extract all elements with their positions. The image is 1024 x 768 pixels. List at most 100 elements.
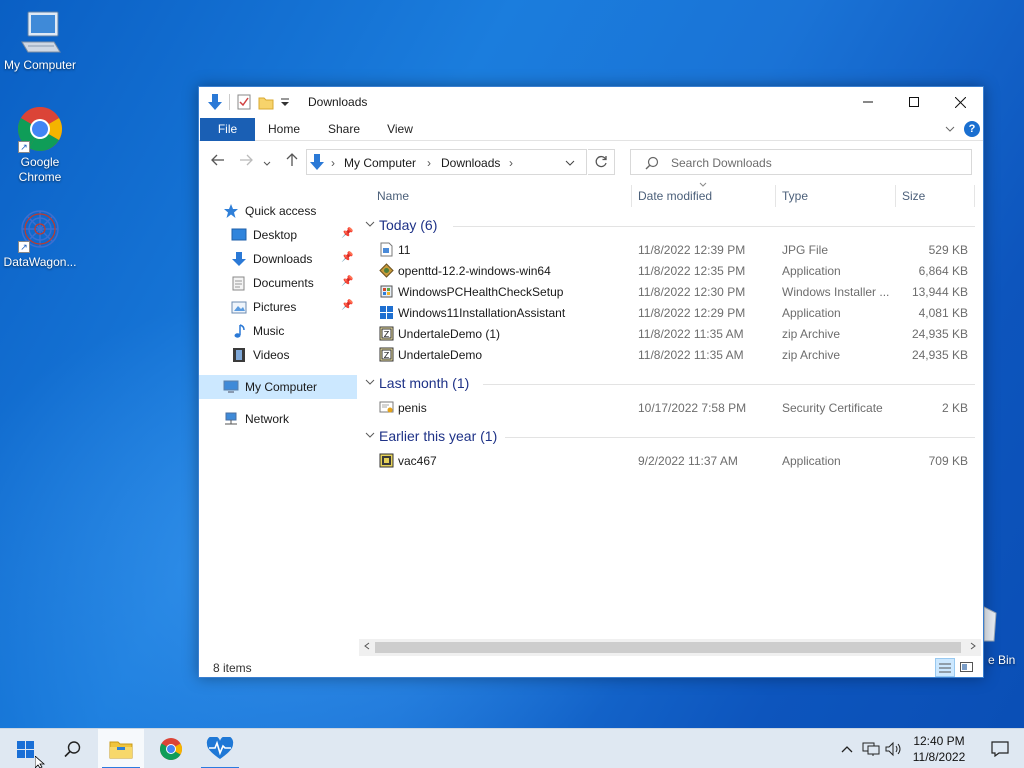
column-separator[interactable] [895, 185, 896, 207]
file-row[interactable]: Z UndertaleDemo (1) 11/8/2022 11:35 AM z… [357, 323, 983, 344]
file-size: 24,935 KB [911, 327, 968, 341]
clock[interactable]: 12:40 PM 11/8/2022 [900, 733, 978, 765]
file-row[interactable]: 11 11/8/2022 12:39 PM JPG File 529 KB [357, 239, 983, 260]
file-name: UndertaleDemo [398, 348, 483, 362]
zip-file-icon: Z [379, 347, 394, 362]
column-separator[interactable] [631, 185, 632, 207]
group-divider [483, 384, 975, 385]
scroll-right-button[interactable] [965, 639, 981, 656]
up-button[interactable] [283, 153, 301, 171]
forward-button[interactable] [237, 153, 255, 171]
scroll-left-button[interactable] [359, 639, 375, 656]
back-button[interactable] [209, 153, 227, 171]
large-icons-view-icon [960, 662, 973, 672]
column-header-name[interactable]: Name [377, 185, 627, 207]
file-row[interactable]: penis 10/17/2022 7:58 PM Security Certif… [357, 397, 983, 418]
back-arrow-icon [211, 154, 224, 166]
breadcrumb-my-computer[interactable]: My Computer [344, 156, 416, 170]
file-row[interactable]: openttd-12.2-windows-win64 11/8/2022 12:… [357, 260, 983, 281]
recent-locations-button[interactable] [261, 153, 273, 171]
tab-share[interactable]: Share [319, 118, 369, 141]
file-row[interactable]: Z UndertaleDemo 11/8/2022 11:35 AM zip A… [357, 344, 983, 365]
horizontal-scrollbar[interactable] [359, 639, 981, 656]
navigation-pane: Quick access Desktop 📌 Downloads 📌 Docum… [199, 191, 357, 631]
file-size: 709 KB [928, 454, 968, 468]
maximize-icon [909, 97, 919, 107]
nav-item-downloads[interactable]: Downloads 📌 [199, 247, 357, 271]
column-header-date-modified[interactable]: Date modified [638, 185, 773, 207]
search-icon [64, 741, 81, 758]
group-header-earlier-this-year[interactable]: Earlier this year (1) [365, 427, 975, 447]
desktop-icon-recycle-bin[interactable]: e Bin [983, 605, 1024, 675]
search-input[interactable]: Search Downloads [630, 149, 972, 175]
new-folder-icon[interactable] [258, 94, 274, 110]
maximize-button[interactable] [891, 87, 937, 117]
show-hidden-icons-button[interactable] [838, 729, 856, 768]
network-status-button[interactable] [860, 729, 882, 768]
large-icons-view-button[interactable] [957, 658, 977, 677]
address-bar[interactable]: › My Computer › Downloads › [306, 149, 587, 175]
file-size: 529 KB [928, 243, 968, 257]
title-bar[interactable]: Downloads [199, 87, 983, 117]
nav-item-pictures[interactable]: Pictures 📌 [199, 295, 357, 319]
desktop-icon-google-chrome[interactable]: ↗ Google Chrome [0, 105, 80, 185]
help-button[interactable]: ? [964, 121, 980, 137]
file-row[interactable]: WindowsPCHealthCheckSetup 11/8/2022 12:3… [357, 281, 983, 302]
desktop-icon-my-computer[interactable]: My Computer [0, 8, 80, 73]
nav-item-desktop[interactable]: Desktop 📌 [199, 223, 357, 247]
address-bar-row: › My Computer › Downloads › Search Downl… [199, 145, 983, 179]
column-separator[interactable] [775, 185, 776, 207]
group-header-last-month[interactable]: Last month (1) [365, 374, 975, 394]
column-header-size[interactable]: Size [902, 185, 972, 207]
column-separator[interactable] [974, 185, 975, 207]
nav-item-music[interactable]: Music [199, 319, 357, 343]
tab-home[interactable]: Home [261, 118, 307, 141]
network-wired-icon [862, 742, 880, 756]
mouse-cursor-icon [35, 756, 46, 768]
file-row[interactable]: Windows11InstallationAssistant 11/8/2022… [357, 302, 983, 323]
file-type: Application [782, 264, 841, 278]
nav-item-my-computer[interactable]: My Computer [199, 375, 357, 399]
nav-item-quick-access[interactable]: Quick access [199, 199, 357, 223]
scrollbar-thumb[interactable] [375, 642, 961, 653]
nav-item-videos[interactable]: Videos [199, 343, 357, 367]
desktop-icon-datawagon[interactable]: ↗ DataWagon... [0, 205, 80, 270]
file-name: openttd-12.2-windows-win64 [398, 264, 551, 278]
properties-icon[interactable] [236, 94, 252, 110]
chevron-right-icon [970, 642, 976, 650]
refresh-button[interactable] [588, 149, 615, 175]
nav-item-documents[interactable]: Documents 📌 [199, 271, 357, 295]
search-button[interactable] [50, 729, 96, 768]
nav-label: Documents [253, 276, 314, 290]
file-type: Application [782, 454, 841, 468]
taskbar-file-explorer[interactable] [98, 729, 144, 768]
details-view-button[interactable] [935, 658, 955, 677]
tab-file[interactable]: File [200, 118, 255, 141]
group-header-today[interactable]: Today (6) [365, 216, 975, 236]
computer-icon [16, 8, 64, 56]
nav-item-network[interactable]: Network [199, 407, 357, 431]
file-row[interactable]: vac467 9/2/2022 11:37 AM Application 709… [357, 450, 983, 471]
heart-pulse-icon [206, 737, 234, 759]
group-divider [453, 226, 975, 227]
svg-text:Z: Z [384, 330, 390, 339]
file-date: 11/8/2022 12:35 PM [638, 264, 746, 278]
download-arrow-icon [232, 252, 246, 266]
file-explorer-icon [109, 741, 133, 759]
expand-ribbon-icon[interactable] [945, 126, 955, 133]
minimize-icon [863, 101, 873, 103]
taskbar-chrome[interactable] [148, 729, 194, 768]
customize-toolbar-icon[interactable] [280, 94, 290, 110]
desktop-icon-label: e Bin [988, 653, 1016, 667]
column-header-type[interactable]: Type [782, 185, 890, 207]
breadcrumb-downloads[interactable]: Downloads [441, 156, 500, 170]
tab-view[interactable]: View [377, 118, 423, 141]
nav-label: Music [253, 324, 285, 338]
file-date: 11/8/2022 12:39 PM [638, 243, 746, 257]
taskbar-health-app[interactable] [197, 729, 243, 768]
videos-icon [233, 348, 245, 362]
minimize-button[interactable] [845, 87, 891, 117]
address-history-chevron-icon[interactable] [565, 160, 575, 167]
action-center-button[interactable] [978, 729, 1022, 768]
close-button[interactable] [937, 87, 983, 117]
